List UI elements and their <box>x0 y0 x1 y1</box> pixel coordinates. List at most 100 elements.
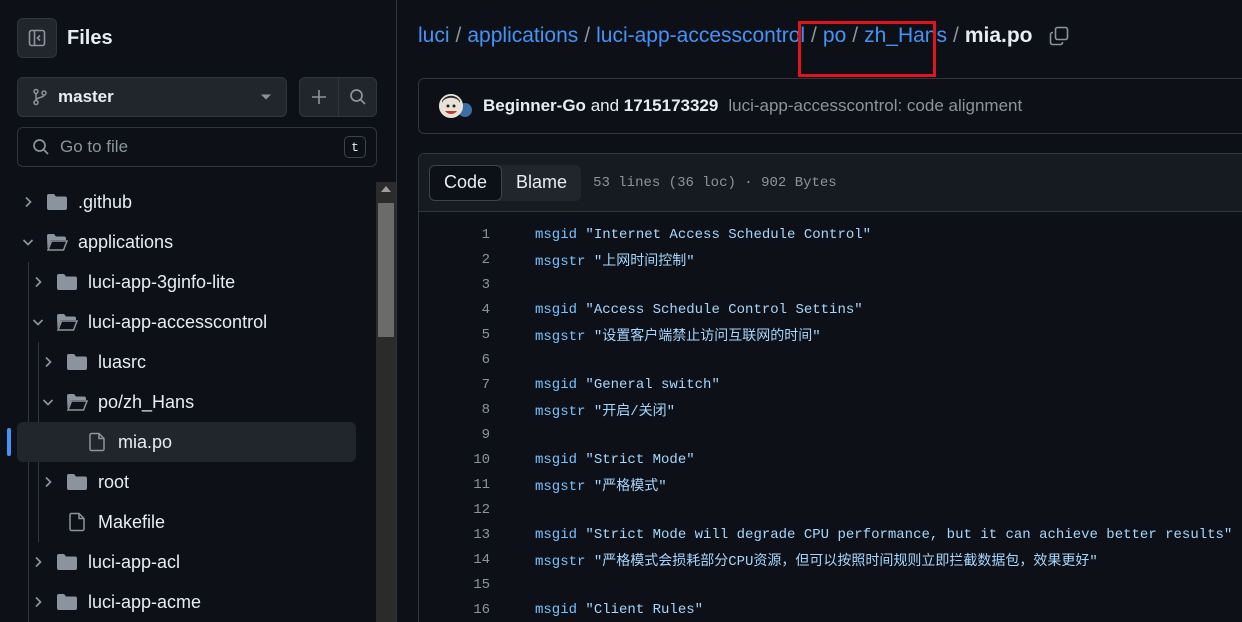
chevron-down-icon[interactable] <box>30 314 46 330</box>
tree-folder-item[interactable]: root <box>0 462 376 502</box>
folder-icon <box>46 191 68 213</box>
breadcrumb: luci / applications / luci-app-accesscon… <box>418 24 1069 48</box>
branch-selector[interactable]: master <box>17 77 287 117</box>
code-line: 6 <box>419 347 1242 372</box>
line-number[interactable]: 7 <box>419 377 490 393</box>
commit-author[interactable]: Beginner-Go <box>483 96 586 115</box>
tree-folder-item[interactable]: applications <box>0 222 376 262</box>
file-tree-sidebar: Files master Go to file t .github applic… <box>0 0 397 622</box>
chevron-right-icon[interactable] <box>30 554 46 570</box>
copy-path-button[interactable] <box>1049 26 1069 46</box>
tree-folder-item[interactable]: luci-app-acme <box>0 582 376 622</box>
tree-folder-item[interactable]: luasrc <box>0 342 376 382</box>
line-number[interactable]: 9 <box>419 427 490 443</box>
file-view: luci / applications / luci-app-accesscon… <box>398 0 1242 622</box>
line-number[interactable]: 11 <box>419 477 490 493</box>
line-content: msgstr "开启/关闭" <box>535 400 675 420</box>
avatar-face-icon <box>439 94 463 118</box>
chevron-right-icon[interactable] <box>30 274 46 290</box>
avatar[interactable] <box>439 94 463 118</box>
line-number[interactable]: 2 <box>419 252 490 268</box>
code-keyword: msgstr <box>535 328 586 345</box>
line-number[interactable]: 3 <box>419 277 490 293</box>
branch-row: master <box>17 77 377 117</box>
search-icon <box>33 139 49 155</box>
tree-folder-item[interactable]: po/zh_Hans <box>0 382 376 422</box>
sidebar-title: Files <box>67 26 113 49</box>
line-number[interactable]: 16 <box>419 602 490 618</box>
line-content: msgid "Client Rules" <box>535 602 703 618</box>
tree-file-item[interactable]: mia.po <box>17 422 356 462</box>
git-branch-icon <box>33 88 47 106</box>
latest-commit-bar: Beginner-Go and 1715173329 luci-app-acce… <box>418 78 1242 134</box>
code-line: 7 msgid "General switch" <box>419 372 1242 397</box>
line-number[interactable]: 8 <box>419 402 490 418</box>
sidebar-collapse-icon <box>28 29 46 47</box>
scroll-up-arrow[interactable] <box>381 186 391 192</box>
commit-message[interactable]: luci-app-accesscontrol: code alignment <box>728 96 1022 116</box>
line-content: msgstr "严格模式" <box>535 475 667 495</box>
breadcrumb-link-luci[interactable]: luci <box>418 24 450 48</box>
line-number[interactable]: 5 <box>419 327 490 343</box>
code-keyword: msgid <box>535 601 578 618</box>
tree-item-label: Makefile <box>98 511 166 532</box>
code-keyword: msgstr <box>535 553 586 570</box>
code-view: 1 msgid "Internet Access Schedule Control… <box>419 212 1242 622</box>
tree-folder-item[interactable]: .github <box>0 182 376 222</box>
file-icon <box>66 511 88 533</box>
folder-icon <box>66 471 88 493</box>
line-number[interactable]: 13 <box>419 527 490 543</box>
line-number[interactable]: 4 <box>419 302 490 318</box>
line-number[interactable]: 6 <box>419 352 490 368</box>
code-string: "Strict Mode" <box>585 451 695 468</box>
code-line: 9 <box>419 422 1242 447</box>
tree-folder-item[interactable]: luci-app-accesscontrol <box>0 302 376 342</box>
line-content: msgid "Strict Mode will degrade CPU perf… <box>535 527 1232 543</box>
scrollbar-thumb[interactable] <box>378 203 394 337</box>
chevron-right-icon[interactable] <box>20 194 36 210</box>
chevron-down-icon[interactable] <box>40 394 56 410</box>
commit-authors: Beginner-Go and 1715173329 <box>483 96 718 116</box>
code-keyword: msgstr <box>535 253 586 270</box>
tree-item-label: luci-app-3ginfo-lite <box>88 271 236 292</box>
line-number[interactable]: 12 <box>419 502 490 518</box>
sidebar-header: Files <box>17 18 113 58</box>
tree-file-item[interactable]: Makefile <box>0 502 376 542</box>
go-to-file-input[interactable] <box>60 137 344 157</box>
tree-item-label: root <box>98 471 130 492</box>
search-code-button[interactable] <box>338 78 376 116</box>
code-keyword: msgid <box>535 226 578 243</box>
chevron-right-icon[interactable] <box>30 594 46 610</box>
breadcrumb-link-applications[interactable]: applications <box>467 24 578 48</box>
line-number[interactable]: 10 <box>419 452 490 468</box>
tree-item-label: luci-app-acl <box>88 551 181 572</box>
file-tree: .github applications luci-app-3ginfo-lite l… <box>0 182 376 622</box>
folder-open-icon <box>56 311 78 333</box>
line-number[interactable]: 1 <box>419 227 490 243</box>
tab-code[interactable]: Code <box>429 164 503 201</box>
code-string: "设置客户端禁止访问互联网的时间" <box>593 328 821 345</box>
code-string: "General switch" <box>585 376 720 393</box>
chevron-right-icon[interactable] <box>40 474 56 490</box>
add-file-button[interactable] <box>300 78 338 116</box>
code-string: "Client Rules" <box>585 601 704 618</box>
collapse-sidebar-button[interactable] <box>17 18 57 58</box>
tree-folder-item[interactable]: luci-app-3ginfo-lite <box>0 262 376 302</box>
tree-folder-item[interactable]: luci-app-acl <box>0 542 376 582</box>
code-line: 16 msgid "Client Rules" <box>419 597 1242 622</box>
commit-author[interactable]: 1715173329 <box>624 96 719 115</box>
file-content-box: Code Blame 53 lines (36 loc) · 902 Bytes… <box>418 153 1242 622</box>
line-number[interactable]: 14 <box>419 552 490 568</box>
line-content: msgstr "严格模式会损耗部分CPU资源，但可以按照时间规则立即拦截数据包，… <box>535 550 1098 570</box>
plus-icon <box>312 90 326 104</box>
chevron-down-icon[interactable] <box>20 234 36 250</box>
breadcrumb-separator: / <box>455 24 462 47</box>
tree-actions <box>299 77 377 117</box>
line-number[interactable]: 15 <box>419 577 490 593</box>
line-content: msgstr "上网时间控制" <box>535 250 695 270</box>
tab-blame[interactable]: Blame <box>502 165 581 201</box>
chevron-right-icon[interactable] <box>40 354 56 370</box>
code-line: 5 msgstr "设置客户端禁止访问互联网的时间" <box>419 322 1242 347</box>
code-keyword: msgid <box>535 376 578 393</box>
breadcrumb-link-accesscontrol[interactable]: luci-app-accesscontrol <box>596 24 805 48</box>
